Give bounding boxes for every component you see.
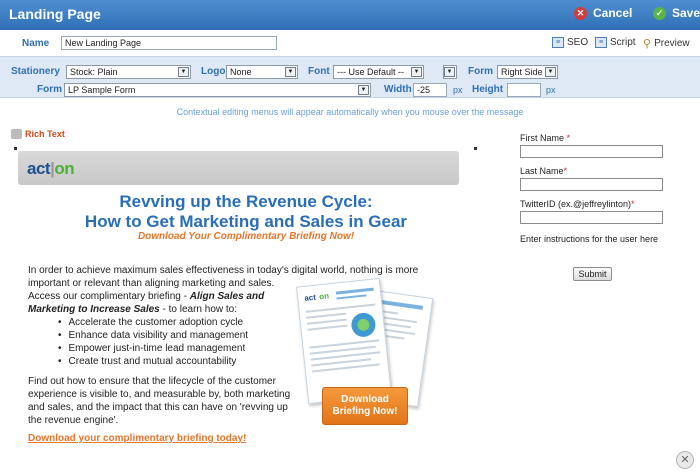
list-item: Create trust and mutual accountability: [58, 355, 248, 368]
stationery-value: Stock: Plain: [70, 67, 118, 77]
magnifier-icon: ⚲: [643, 38, 652, 50]
preview-button[interactable]: ⚲ Preview: [643, 37, 690, 50]
rich-text-label: Rich Text: [25, 129, 65, 139]
twitter-label: TwitterID (ex.@jeffreylinton)*: [520, 199, 635, 209]
form-label: Form: [37, 84, 62, 95]
contextual-hint: Contextual editing menus will appear aut…: [176, 107, 524, 117]
rich-text-toggle[interactable]: Rich Text: [11, 129, 65, 139]
list-item: Accelerate the customer adoption cycle: [58, 316, 248, 329]
width-label: Width: [384, 84, 412, 95]
chevron-down-icon: ▼: [545, 67, 556, 77]
font-value: --- Use Default --: [337, 67, 405, 77]
corner-marker: [14, 147, 17, 150]
stationery-label: Stationery: [11, 66, 60, 77]
width-unit: px: [453, 85, 463, 95]
script-button[interactable]: ≡ Script: [595, 37, 636, 48]
chevron-down-icon: ▼: [358, 85, 369, 95]
twitter-input[interactable]: [520, 211, 663, 224]
submit-button[interactable]: Submit: [573, 267, 612, 281]
logo-label: Logo: [201, 66, 226, 77]
close-icon[interactable]: ✕: [676, 451, 694, 469]
width-input[interactable]: -25: [413, 83, 447, 97]
save-button[interactable]: ✓ Save: [653, 6, 700, 20]
chevron-down-icon: ▼: [285, 67, 296, 77]
svg-text:act: act: [304, 293, 317, 303]
download-button-line-2: Briefing Now!: [332, 406, 398, 417]
settings-bar: Stationery Stock: Plain ▼ Logo None ▼ Fo…: [0, 56, 700, 98]
height-unit: px: [546, 85, 556, 95]
brochure-page-front: act on: [296, 277, 392, 405]
font-size-select[interactable]: ▼: [443, 65, 457, 79]
title-bar: Landing Page ✕ Cancel ✓ Save: [0, 0, 700, 30]
close-icon: ✕: [574, 6, 587, 20]
intro-line-2: important or relevant than aligning mark…: [28, 278, 275, 289]
detail-line-3: and sales, and the impact that this can …: [28, 402, 288, 413]
chevron-down-icon: ▼: [444, 67, 455, 77]
landing-page-content[interactable]: act|on Revving up the Revenue Cycle: How…: [14, 147, 478, 447]
headline-line-2: How to Get Marketing and Sales in Gear: [84, 212, 408, 231]
check-icon: ✓: [653, 6, 666, 20]
list-item: Enhance data visibility and management: [58, 329, 249, 342]
act-on-logo: act|on: [27, 159, 75, 178]
download-briefing-button[interactable]: Download Briefing Now!: [322, 387, 408, 425]
height-input[interactable]: [507, 83, 541, 97]
form-value: LP Sample Form: [68, 85, 136, 95]
logo-banner: act|on: [18, 151, 459, 185]
last-name-input[interactable]: [520, 178, 663, 191]
seo-label: SEO: [567, 37, 589, 48]
window-title: Landing Page: [9, 6, 101, 22]
detail-line-1: Find out how to ensure that the lifecycl…: [28, 376, 276, 387]
form-select[interactable]: LP Sample Form ▼: [64, 83, 371, 97]
preview-label: Preview: [654, 38, 690, 49]
stationery-select[interactable]: Stock: Plain ▼: [66, 65, 191, 79]
seo-icon: ≡: [552, 37, 564, 48]
headline-line-1: Revving up the Revenue Cycle:: [119, 192, 373, 211]
script-icon: ≡: [595, 37, 607, 48]
corner-marker: [474, 147, 477, 150]
form-position-label: Form: [468, 66, 493, 77]
cancel-label: Cancel: [593, 6, 633, 20]
height-label: Height: [472, 84, 504, 95]
brochure-cover: act on: [304, 287, 381, 373]
first-name-label: First Name *: [520, 133, 571, 143]
svg-text:on: on: [319, 291, 330, 301]
form-instructions: Enter instructions for the user here: [520, 234, 659, 244]
font-label: Font: [308, 66, 330, 77]
list-item: Empower just-in-time lead management: [58, 342, 248, 355]
chevron-down-icon: ▼: [411, 67, 422, 77]
subheadline: Download Your Complimentary Briefing Now…: [137, 231, 355, 242]
name-input[interactable]: New Landing Page: [61, 36, 277, 50]
benefits-list: Accelerate the customer adoption cycle E…: [58, 316, 249, 368]
download-button-line-1: Download: [341, 394, 389, 405]
chevron-down-icon: ▼: [178, 67, 189, 77]
logo-value: None: [230, 67, 252, 77]
intro-line-1: In order to achieve maximum sales effect…: [28, 265, 419, 276]
detail-line-2: experience is visible to, and measurable…: [28, 389, 291, 400]
cancel-button[interactable]: ✕ Cancel: [574, 6, 632, 20]
first-name-input[interactable]: [520, 145, 663, 158]
script-label: Script: [610, 37, 636, 48]
intro-line-4: Marketing to Increase Sales - to learn h…: [28, 304, 237, 315]
form-position-select[interactable]: Right Side ▼: [497, 65, 558, 79]
download-link[interactable]: Download your complimentary briefing tod…: [28, 433, 246, 444]
last-name-label: Last Name*: [520, 166, 568, 176]
rich-text-icon: [11, 129, 22, 139]
name-label: Name: [22, 38, 50, 49]
detail-line-4: the revenue engine'.: [28, 415, 119, 426]
save-label: Save: [672, 6, 700, 20]
form-position-value: Right Side: [501, 67, 543, 77]
seo-button[interactable]: ≡ SEO: [552, 37, 588, 48]
intro-line-3: Access our complimentary briefing - Alig…: [28, 291, 265, 302]
font-select[interactable]: --- Use Default -- ▼: [333, 65, 424, 79]
logo-select[interactable]: None ▼: [226, 65, 298, 79]
